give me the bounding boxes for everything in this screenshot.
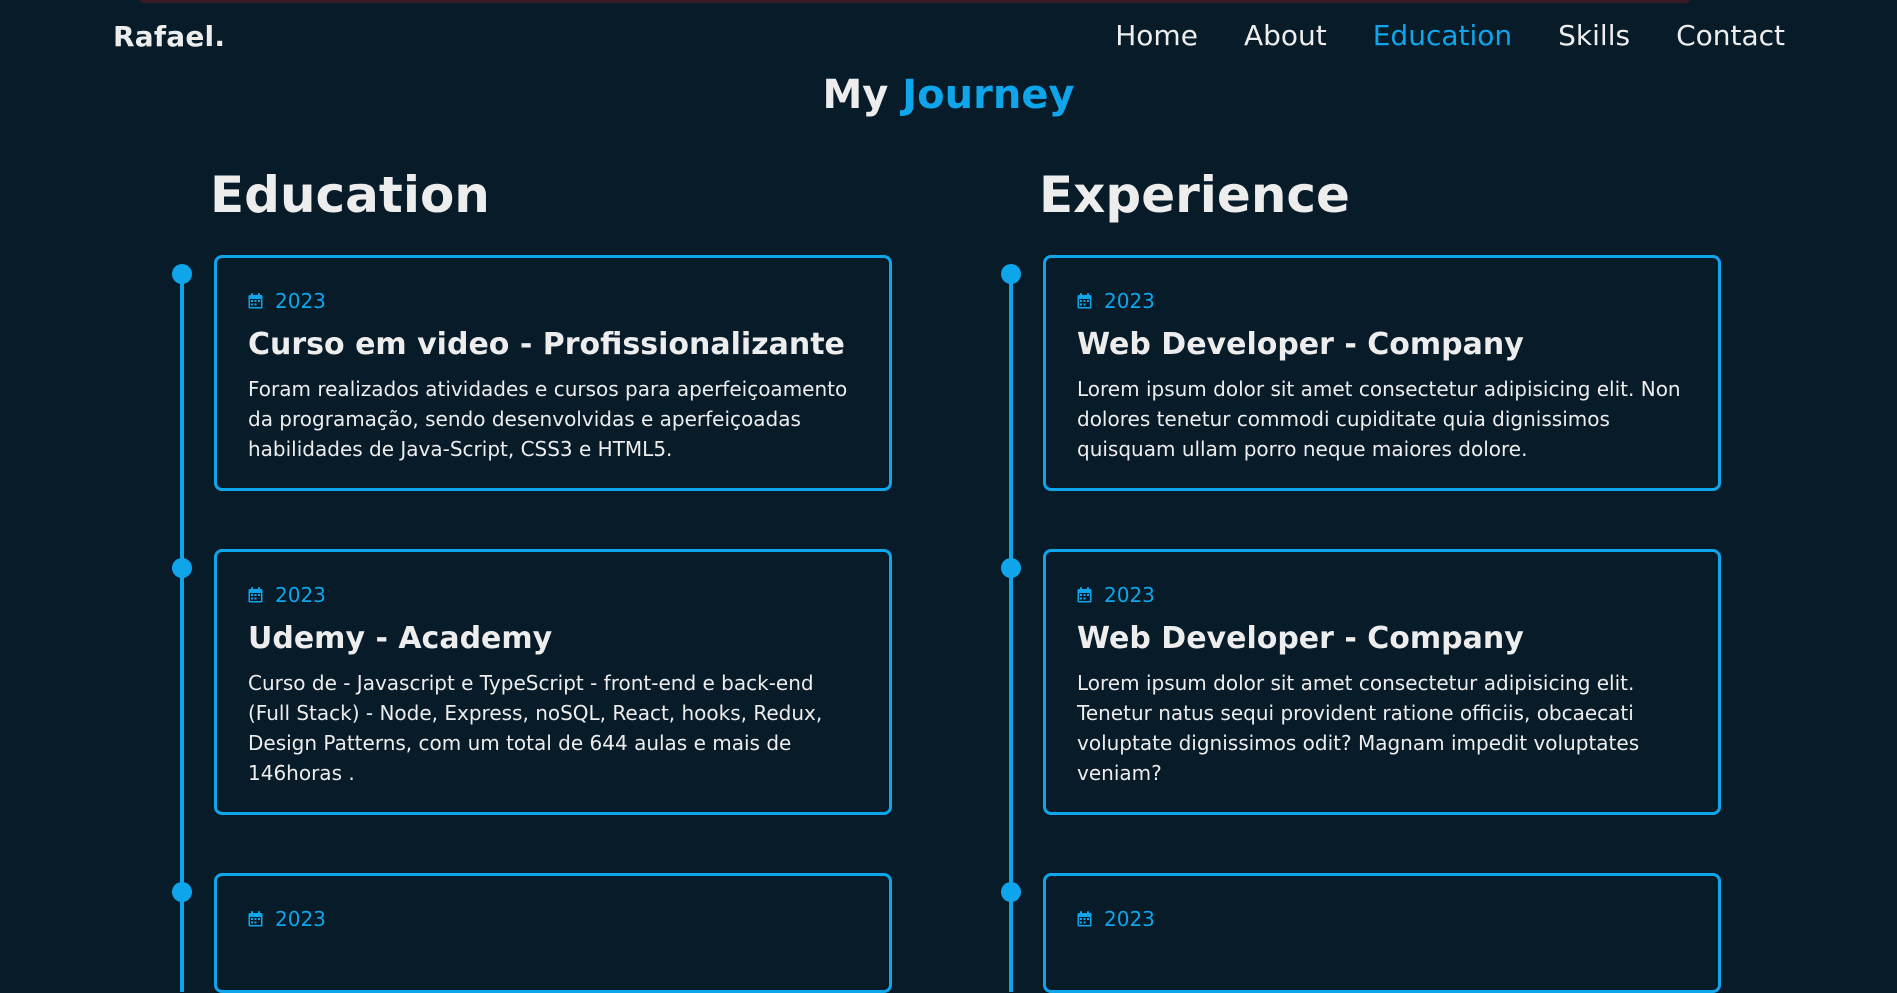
experience-card: 2023 <box>1043 873 1721 993</box>
year-label: 2023 <box>275 289 326 313</box>
calendar-icon <box>248 911 263 927</box>
card-year: 2023 <box>1077 289 1688 313</box>
education-timeline: 2023 Curso em video - Profissionalizante… <box>170 255 892 993</box>
card-year: 2023 <box>1077 583 1688 607</box>
education-card: 2023 Curso em video - Profissionalizante… <box>214 255 892 491</box>
card-title: Curso em video - Profissionalizante <box>248 327 845 362</box>
education-heading: Education <box>210 166 490 224</box>
card-year: 2023 <box>248 583 859 607</box>
experience-heading: Experience <box>1039 166 1350 224</box>
card-description: Curso de - Javascript e TypeScript - fro… <box>248 671 823 785</box>
page-title-part1: My <box>822 72 889 118</box>
card-title: Web Developer - Company <box>1077 327 1524 362</box>
nav-home[interactable]: Home <box>1115 19 1198 52</box>
page-title: My Journey <box>0 72 1897 118</box>
calendar-icon <box>1077 293 1092 309</box>
card-title: Web Developer - Company <box>1077 621 1524 656</box>
site-header: Rafael. Home About Education Skills Cont… <box>0 0 1897 78</box>
nav-education[interactable]: Education <box>1373 19 1512 52</box>
nav-skills[interactable]: Skills <box>1558 19 1630 52</box>
year-label: 2023 <box>1104 907 1155 931</box>
timeline-dot <box>1001 882 1021 902</box>
nav-about[interactable]: About <box>1244 19 1327 52</box>
year-label: 2023 <box>1104 583 1155 607</box>
main-nav: Home About Education Skills Contact <box>1115 19 1785 52</box>
timeline-dot <box>1001 264 1021 284</box>
experience-column: Experience 2023 Web Developer - Company … <box>1001 164 1739 993</box>
education-column: Education 2023 Curso em video - Profissi… <box>172 164 910 993</box>
education-card: 2023 <box>214 873 892 993</box>
experience-timeline: 2023 Web Developer - Company Lorem ipsum… <box>999 255 1721 993</box>
page-title-part2: Journey <box>902 72 1075 118</box>
card-title: Udemy - Academy <box>248 621 553 656</box>
calendar-icon <box>1077 587 1092 603</box>
card-year: 2023 <box>1077 907 1688 931</box>
experience-card: 2023 Web Developer - Company Lorem ipsum… <box>1043 255 1721 491</box>
year-label: 2023 <box>1104 289 1155 313</box>
experience-card: 2023 Web Developer - Company Lorem ipsum… <box>1043 549 1721 815</box>
timeline-dot <box>1001 558 1021 578</box>
card-description: Lorem ipsum dolor sit amet consectetur a… <box>1077 671 1640 785</box>
calendar-icon <box>248 587 263 603</box>
calendar-icon <box>1077 911 1092 927</box>
year-label: 2023 <box>275 583 326 607</box>
card-year: 2023 <box>248 289 859 313</box>
card-description: Lorem ipsum dolor sit amet consectetur a… <box>1077 377 1681 461</box>
card-description: Foram realizados atividades e cursos par… <box>248 377 848 461</box>
timeline-dot <box>172 882 192 902</box>
timeline-dot <box>172 558 192 578</box>
education-card: 2023 Udemy - Academy Curso de - Javascri… <box>214 549 892 815</box>
logo[interactable]: Rafael. <box>113 20 225 53</box>
timeline-dot <box>172 264 192 284</box>
calendar-icon <box>248 293 263 309</box>
year-label: 2023 <box>275 907 326 931</box>
nav-contact[interactable]: Contact <box>1676 19 1785 52</box>
card-year: 2023 <box>248 907 859 931</box>
